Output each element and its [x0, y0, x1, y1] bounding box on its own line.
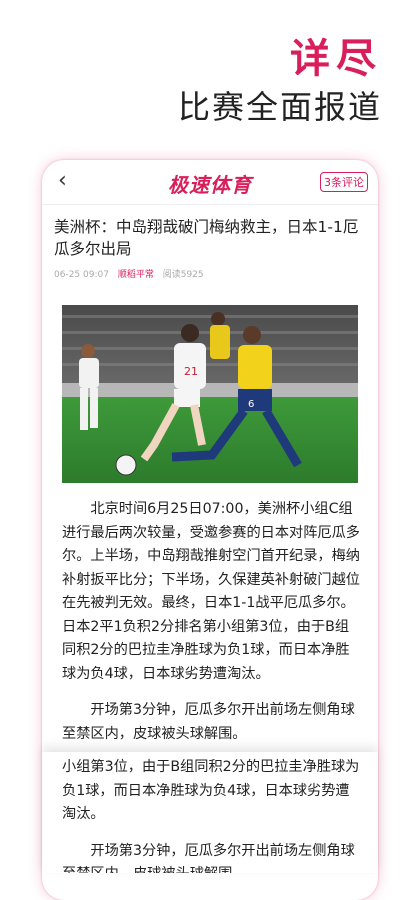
article-meta: 06-25 09:07 顺稻平常 阅读5925 — [54, 267, 204, 280]
body-paragraph: 开场第3分钟，厄瓜多尔开出前场左侧角球至禁区内，皮球被头球解围。 — [62, 702, 355, 742]
overlay-paragraph: 开场第3分钟，厄瓜多尔开出前场左侧角球至禁区内，皮球被头球解围。 — [62, 842, 355, 874]
match-photo[interactable]: 21 6 — [62, 305, 358, 483]
read-count: 阅读5925 — [162, 270, 204, 280]
overlay-paragraph: 小组第3位，由于B组同积2分的巴拉圭净胜球为负1球，而日本净胜球为负4球，日本球… — [62, 759, 360, 822]
article-body: 北京时间6月25日07:00，美洲杯小组C组进行最后两次较量，受邀参赛的日本对阵… — [62, 498, 360, 759]
overlay-body: 小组第3位，由于B组同积2分的巴拉圭净胜球为负1球，而日本净胜球为负4球，日本球… — [62, 756, 360, 873]
svg-text:21: 21 — [184, 365, 198, 378]
article-headline: 美洲杯：中岛翔哉破门梅纳救主，日本1-1厄瓜多尔出局 — [54, 218, 359, 258]
publish-date: 06-25 09:07 — [54, 270, 109, 280]
promo-subtitle: 比赛全面报道 — [177, 88, 382, 126]
svg-text:6: 6 — [248, 399, 254, 410]
overlay-panel: 小组第3位，由于B组同积2分的巴拉圭净胜球为负1球，而日本净胜球为负4球，日本球… — [42, 752, 378, 873]
top-nav-bar: ‹ 极速体育 3条评论 — [42, 160, 378, 205]
promo-title: 详尽 — [290, 36, 382, 82]
body-paragraph: 北京时间6月25日07:00，美洲杯小组C组进行最后两次较量，受邀参赛的日本对阵… — [62, 501, 360, 682]
comments-button[interactable]: 3条评论 — [320, 172, 368, 192]
article-source[interactable]: 顺稻平常 — [118, 270, 154, 280]
